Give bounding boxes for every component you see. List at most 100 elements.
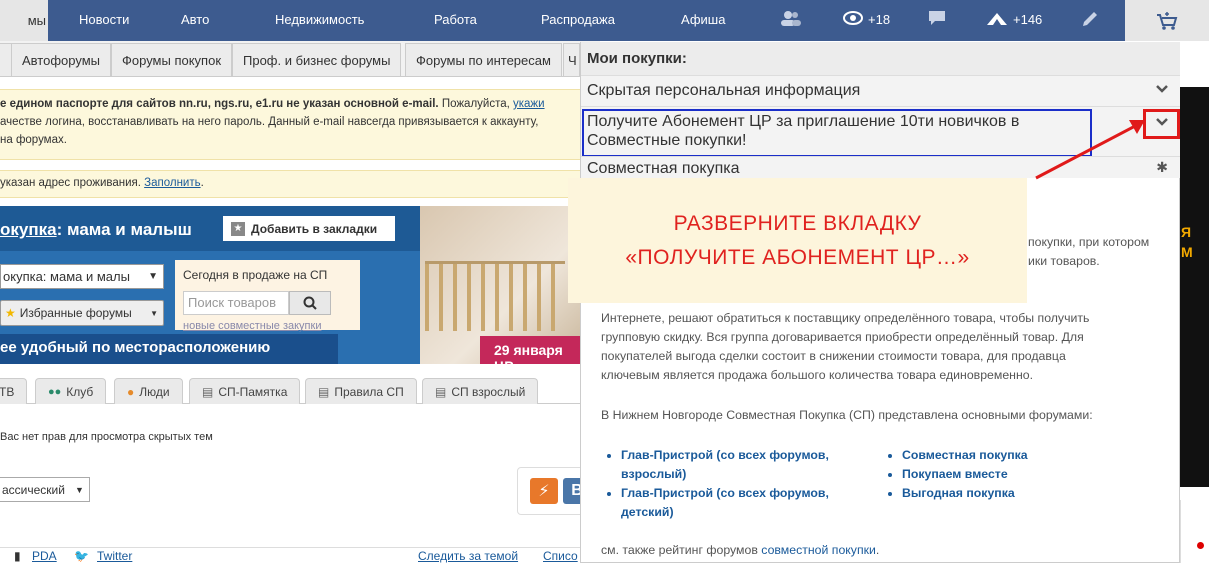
view-mode-select[interactable]: ассический ▼ <box>0 477 90 502</box>
dropdown-arrow-icon: ▼ <box>150 308 158 318</box>
person-icon: ● <box>127 384 135 399</box>
right-ad-box[interactable] <box>1180 500 1209 563</box>
forum-banner: окупка: мама и малыш ★ Добавить в заклад… <box>0 206 580 364</box>
subtab-sp-adult[interactable]: ▤ СП взрослый <box>422 378 539 404</box>
document-icon: ▤ <box>318 384 330 399</box>
nav-item-forums[interactable]: мы <box>0 0 48 41</box>
rss-icon[interactable]: ⚡ <box>530 478 558 504</box>
tab-business-forums[interactable]: Проф. и бизнес форумы <box>232 43 402 76</box>
see-also-end: . <box>875 543 880 557</box>
add-bookmark-button[interactable]: ★ Добавить в закладки <box>223 216 395 241</box>
para-line: ключевым является продажа большого колич… <box>601 368 1034 382</box>
forum-title-link[interactable]: окупка <box>0 220 57 239</box>
tab-interest-forums[interactable]: Форумы по интересам <box>405 43 562 76</box>
twitter-icon: 🐦 <box>74 549 89 563</box>
asterisk-icon[interactable]: ✱ <box>1156 159 1168 176</box>
forum-link[interactable]: Глав-Пристрой (со всех форумов, детский) <box>621 484 861 522</box>
social-share: ⚡ В <box>517 467 591 515</box>
sale-search-box: Сегодня в продаже на СП Поиск товаров но… <box>175 260 360 332</box>
notice-address-text: указан адрес проживания. <box>0 177 145 189</box>
ad-text: ЯМ <box>1181 224 1193 260</box>
nav-item-news[interactable]: Новости <box>79 12 129 27</box>
subtab-people[interactable]: ● Люди <box>114 378 183 404</box>
ad-dot <box>1197 542 1204 549</box>
nav-item-sale[interactable]: Распродажа <box>541 12 615 27</box>
subtab-label: СП взрослый <box>451 384 526 399</box>
today-sale-label: Сегодня в продаже на СП <box>183 268 328 282</box>
tab-autoforums[interactable]: Автофорумы <box>11 43 111 76</box>
instruction-line1: РАЗВЕРНИТЕ ВКЛАДКУ <box>673 211 922 235</box>
subtab-label: Клуб <box>66 384 94 399</box>
notice-text: Пожалуйста, <box>438 98 513 110</box>
dropdown-arrow-icon: ▼ <box>74 484 84 495</box>
notice-bold-text: е едином паспорте для сайтов nn.ru, ngs.… <box>0 98 439 110</box>
subtab-sp-rules[interactable]: ▤ Правила СП <box>305 378 417 404</box>
eye-icon[interactable] <box>843 10 863 31</box>
subtab-label: ТВ <box>0 384 15 399</box>
pencil-icon[interactable] <box>1081 10 1099 33</box>
forum-list-left: Глав-Пристрой (со всех форумов, взрослый… <box>621 446 861 522</box>
nav-item-jobs[interactable]: Работа <box>434 12 477 27</box>
nav-item-auto[interactable]: Авто <box>181 12 209 27</box>
chevron-down-icon[interactable] <box>1156 81 1168 97</box>
specify-email-link[interactable]: укажи <box>513 98 545 110</box>
subtab-tv[interactable]: ТВ <box>0 378 28 404</box>
search-button[interactable] <box>289 291 331 315</box>
dropdown-arrow-icon: ▼ <box>148 271 158 282</box>
panel-paragraph-1: Интернете, решают обратиться к поставщик… <box>601 309 1159 385</box>
view-mode-value: ассический <box>2 482 65 497</box>
nav-item-afisha[interactable]: Афиша <box>681 12 725 27</box>
cart-icon[interactable] <box>1125 0 1209 41</box>
email-notice: е едином паспорте для сайтов nn.ru, ngs.… <box>0 89 590 160</box>
banner-date: 29 января ЦР <box>480 336 580 364</box>
list-link[interactable]: Списо <box>543 549 578 563</box>
rating-count: +146 <box>1013 12 1043 27</box>
footer-links: ▮ PDA 🐦 Twitter Следить за темой Списо <box>0 547 580 563</box>
forum-select[interactable]: окупка: мама и малы ▼ <box>0 264 164 289</box>
twitter-link[interactable]: Twitter <box>97 549 132 563</box>
forum-link[interactable]: Глав-Пристрой (со всех форумов, взрослый… <box>621 446 861 484</box>
forum-category-tabs: Автофорумы Форумы покупок Проф. и бизнес… <box>0 41 600 77</box>
forum-select-value: окупка: мама и малы <box>3 269 130 284</box>
text-fragment-1: покупки, при котором <box>1028 235 1150 249</box>
product-search-input[interactable]: Поиск товаров <box>183 291 289 315</box>
pda-link[interactable]: PDA <box>32 549 57 563</box>
nav-item-realty[interactable]: Недвижимость <box>275 12 364 27</box>
right-ad-banner[interactable]: ЯМ <box>1180 87 1209 487</box>
subtab-label: Люди <box>139 384 170 399</box>
rating-arrow-icon[interactable] <box>986 10 1008 31</box>
notice-address-end: . <box>200 177 204 189</box>
rating-link[interactable]: совместной покупки <box>761 543 876 557</box>
no-permission-text: Вас нет прав для просмотра скрытых тем <box>0 431 213 443</box>
bookmark-star-icon: ★ <box>231 221 245 236</box>
subtab-label: СП-Памятка <box>218 384 288 399</box>
accordion-label: Совместная покупка <box>587 160 740 177</box>
forum-link[interactable]: Покупаем вместе <box>902 465 1102 484</box>
accordion-hidden-info[interactable]: Скрытая персональная информация <box>581 75 1180 106</box>
instruction-line2: «ПОЛУЧИТЕ АБОНЕМЕНТ ЦР…» <box>625 245 970 269</box>
notice-text-line3: на форумах. <box>0 134 67 146</box>
tab-shopping-forums[interactable]: Форумы покупок <box>111 43 233 76</box>
subtab-club[interactable]: ●● Клуб <box>35 378 107 404</box>
subtab-sp-memo[interactable]: ▤ СП-Памятка <box>189 378 301 404</box>
see-also-label: см. также рейтинг форумов <box>601 543 762 557</box>
search-icon <box>303 296 317 310</box>
para-line: Интернете, решают обратиться к поставщик… <box>601 311 1090 325</box>
star-icon: ★ <box>5 306 16 320</box>
fill-address-link[interactable]: Заполнить <box>144 177 200 189</box>
follow-topic-link[interactable]: Следить за темой <box>418 549 518 563</box>
new-purchases-link[interactable]: новые совместные закупки <box>183 320 321 332</box>
favorite-forums-select[interactable]: ★ Избранные форумы ▼ <box>0 300 164 326</box>
tab-partial-right[interactable]: Ч <box>563 43 580 76</box>
panel-text-fragment: покупки, при котором ики товаров. <box>1028 233 1163 271</box>
mobile-icon: ▮ <box>14 549 21 563</box>
notice-text-line2: ачестве логина, восстанавливать на него … <box>0 116 539 128</box>
forum-link[interactable]: Совместная покупка <box>902 446 1102 465</box>
banner-crib-image <box>425 261 565 331</box>
document-icon: ▤ <box>435 384 447 399</box>
nav-item-label: мы <box>27 13 46 28</box>
chat-icon[interactable] <box>928 10 946 31</box>
friends-icon[interactable] <box>780 10 802 31</box>
users-icon: ●● <box>48 385 62 398</box>
forum-link[interactable]: Выгодная покупка <box>902 484 1102 503</box>
